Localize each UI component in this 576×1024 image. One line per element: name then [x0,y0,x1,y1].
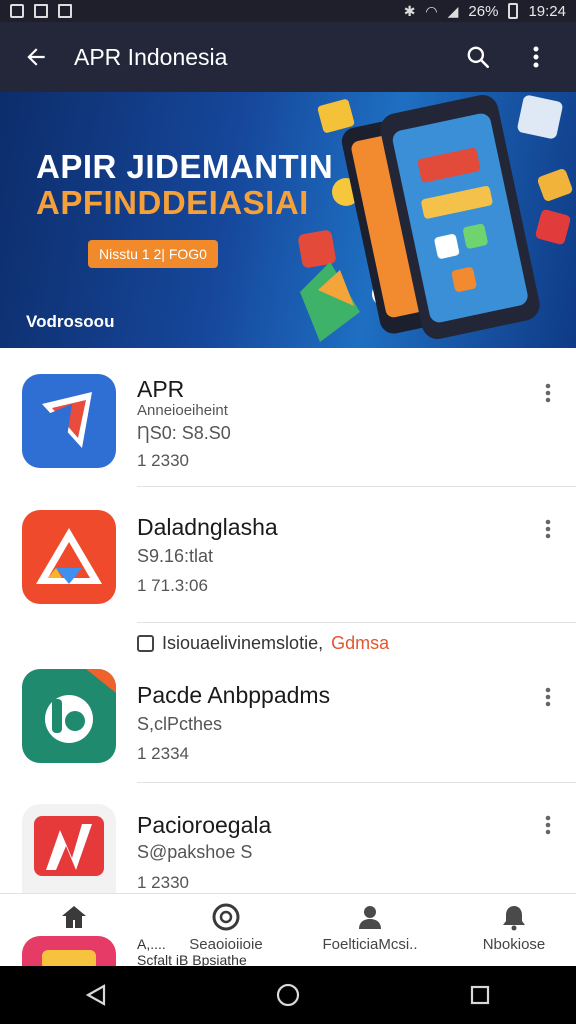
triangle-logo-icon [36,528,102,584]
checkbox-accent-label[interactable]: Gdmsa [331,633,389,654]
list-divider [137,622,576,623]
n-logo-icon [34,816,104,876]
nav-label: Nbokiose [482,936,546,953]
app-more-button[interactable] [536,682,560,712]
wifi-icon: ◠ [425,2,438,19]
signal-icon: ◢ [447,2,459,19]
list-divider [137,782,576,783]
image-notification-icon-2 [58,4,72,18]
peek-app-icon [22,936,116,966]
app-icon-pacioroegala [22,804,116,893]
page-title: APR Indonesia [74,43,228,70]
person-icon [356,902,384,932]
square-recents-icon [470,985,490,1005]
app-name: Pacde Anbppadms [137,682,331,708]
home-icon [60,902,88,932]
option-checkbox[interactable] [137,634,154,652]
app-download-count: 1 2334 [137,744,189,763]
app-list-item[interactable]: Daladnglasha S9.16:tlat 1 71.3:06 [0,490,576,625]
app-download-count: 1 2330 [137,451,189,470]
app-subtitle: S9.16:tlat [137,546,214,566]
more-vert-icon [545,687,551,707]
rb-logo-icon [45,669,116,743]
battery-level: 26% [468,2,499,20]
banner-tag: Vodrosoou [26,312,115,331]
app-more-button[interactable] [536,810,560,840]
more-vert-icon [545,815,551,835]
app-list-item[interactable]: APR Anneioeiheint ȠS0: S8.S0 1 2330 [0,352,576,487]
app-name: APR [137,376,185,402]
search-button[interactable] [456,35,500,79]
nav-label: FoelticiaMcsi.. [322,936,418,953]
back-arrow-icon [27,48,45,66]
app-bar: APR Indonesia [0,22,576,92]
notification-icon [10,4,24,18]
peek-app-name: A,.... [137,936,166,952]
more-vert-icon [533,46,539,68]
app-subtitle: Anneioeiheint [137,402,228,419]
chat-bubble-icon [211,902,241,932]
app-download-count: 1 2330 [137,873,189,892]
list-divider [137,486,576,487]
app-download-count: 1 71.3:06 [137,576,208,595]
status-right: ✱ ◠ ◢ 26% 19:24 [404,3,566,20]
app-more-button[interactable] [536,514,560,544]
app-icon-pacde [22,669,116,763]
more-vert-icon [545,383,551,403]
apr-logo-icon [42,392,92,448]
app-icon-apr [22,374,116,468]
app-price: ȠS0: S8.S0 [137,423,231,443]
nav-label: Seaoioiioie [189,936,263,953]
circle-home-icon [276,983,300,1007]
promo-banner[interactable]: APIR JIDEMANTIN APFINDDEIASIAI Nisstu 1 … [0,92,576,348]
more-vert-icon [545,519,551,539]
system-home-button[interactable] [258,970,318,1020]
banner-headline: APIR JIDEMANTIN [36,148,334,185]
status-bar: ✱ ◠ ◢ 26% 19:24 [0,0,576,22]
search-icon [467,46,490,69]
overflow-menu-button[interactable] [514,35,558,79]
bluetooth-icon: ✱ [403,2,416,19]
banner-subheadline: APFINDDEIASIAI [36,184,309,221]
nav-item-profile[interactable]: FoelticiaMcsi.. [312,894,428,967]
app-icon-daladnglasha [22,510,116,604]
system-back-button[interactable] [66,970,126,1020]
back-button[interactable] [18,39,54,75]
app-name: Daladnglasha [137,514,278,540]
nav-item-notifications[interactable]: Nbokiose [470,894,558,967]
app-subtitle: S@pakshoe S [137,842,253,862]
triangle-back-icon [85,984,106,1006]
banner-cta-button[interactable]: Nisstu 1 2| FOG0 [88,240,218,268]
checkbox-label: Isiouaelivinemslotie, [162,632,324,653]
system-navigation-bar [0,966,576,1024]
clock: 19:24 [528,2,566,20]
app-subtitle: S,clPcthes [137,714,223,734]
app-more-button[interactable] [536,378,560,408]
image-notification-icon [34,4,48,18]
option-checkbox-row[interactable]: Isiouaelivinemslotie, Gdmsa [137,632,389,654]
status-left [10,4,72,18]
system-recents-button[interactable] [450,970,510,1020]
app-name: Pacioroegala [137,812,272,838]
app-list-item[interactable]: Pacde Anbppadms S,clPcthes 1 2334 [0,660,576,795]
bell-icon [500,902,528,932]
battery-icon [508,3,519,19]
